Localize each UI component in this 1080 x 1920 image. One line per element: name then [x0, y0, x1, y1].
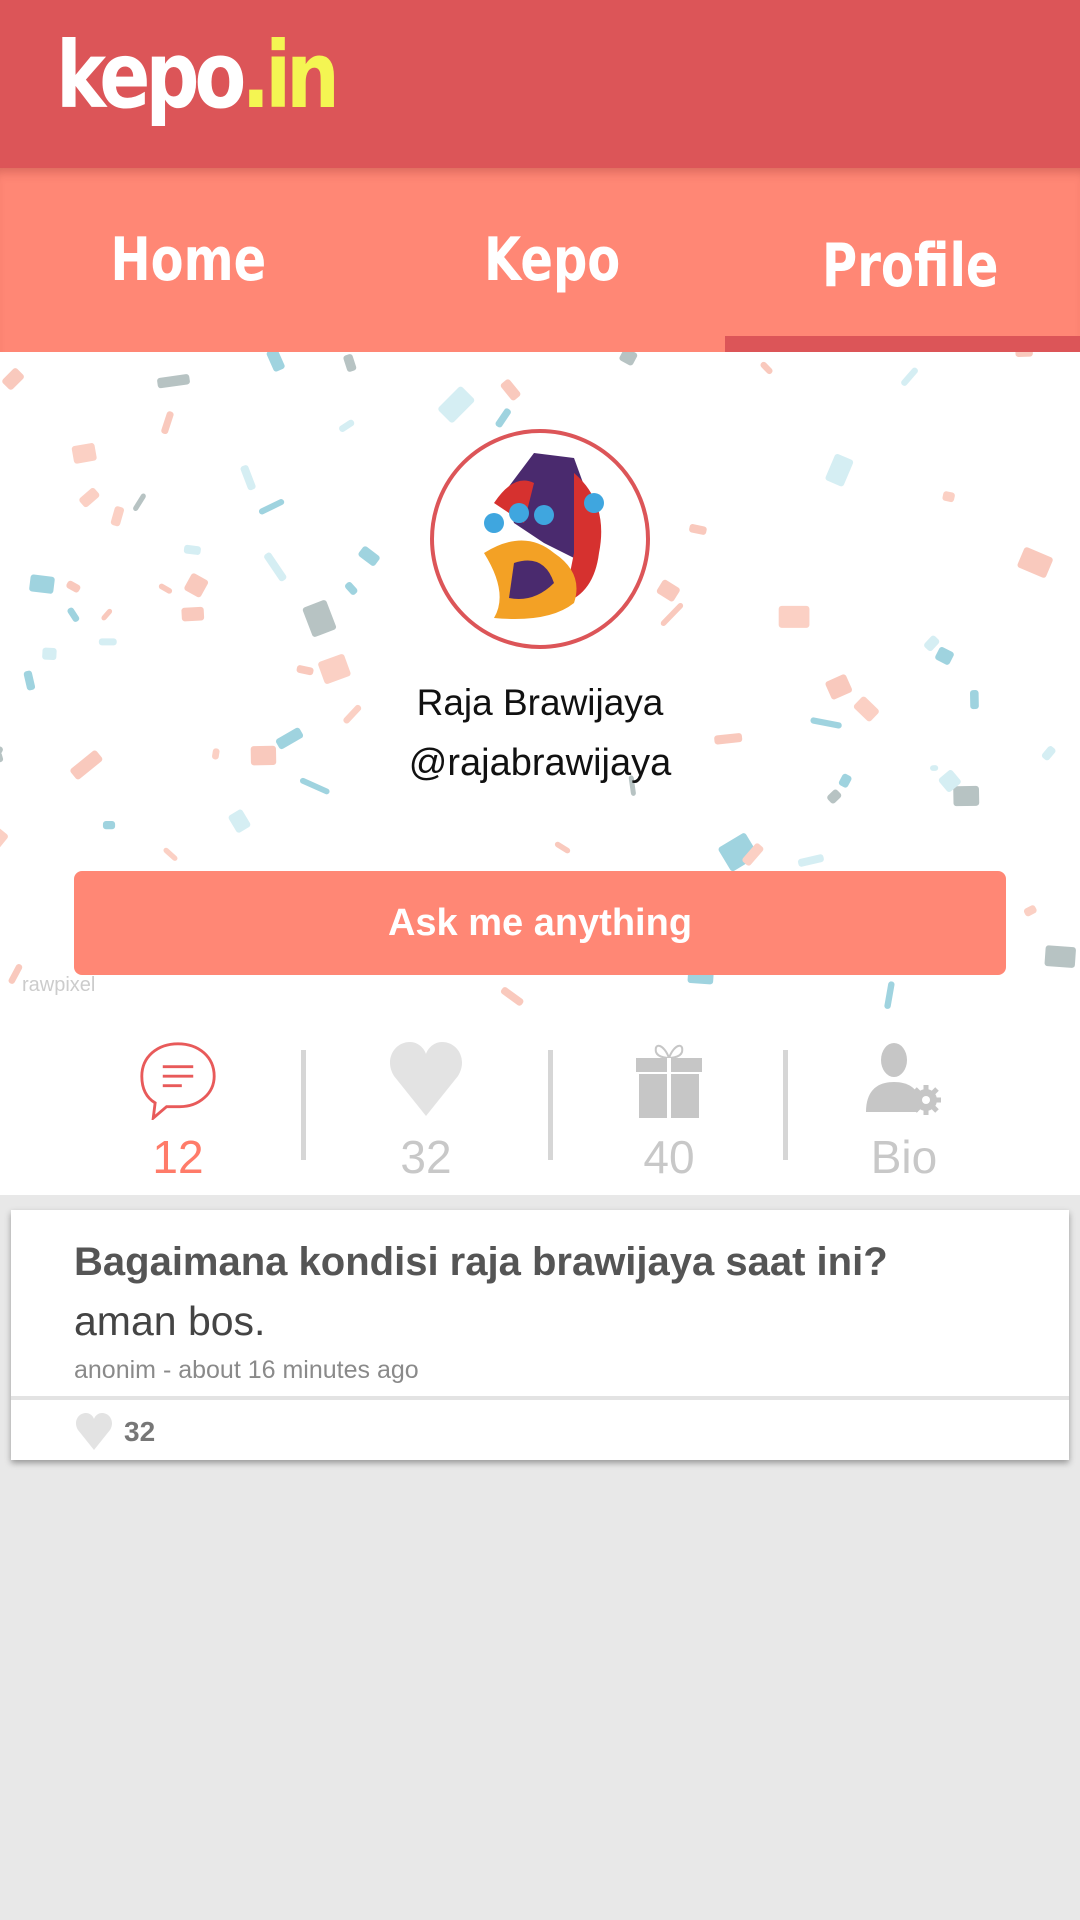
confetti-piece [8, 964, 23, 984]
card-divider [11, 1396, 1069, 1400]
app-logo[interactable]: kepo.in [56, 22, 340, 129]
confetti-piece [67, 607, 80, 622]
confetti-piece [157, 374, 190, 389]
brawijaya-logo-icon [484, 453, 604, 619]
post-card: Bagaimana kondisi raja brawijaya saat in… [11, 1210, 1069, 1460]
confetti-piece [942, 491, 955, 503]
stat-divider [301, 1050, 306, 1160]
confetti-piece [760, 361, 773, 375]
confetti-piece [102, 821, 116, 830]
post-meta: anonim - about 16 minutes ago [74, 1356, 419, 1384]
stat-divider [783, 1050, 788, 1160]
stat-bio[interactable]: Bio [804, 1040, 1004, 1184]
confetti-piece [554, 841, 571, 854]
confetti-piece [158, 583, 173, 594]
active-tab-indicator [725, 336, 1080, 352]
confetti-piece [101, 608, 113, 621]
confetti-piece [181, 606, 205, 622]
stat-likes[interactable]: 32 [326, 1040, 526, 1184]
logo-text: kepo [56, 22, 246, 129]
stat-value: 40 [643, 1131, 695, 1183]
confetti-piece [163, 847, 178, 861]
stat-gifts[interactable]: 40 [569, 1040, 769, 1184]
tab-bar: Home Kepo Profile [0, 168, 1080, 352]
confetti-piece [184, 573, 209, 598]
confetti-piece [29, 574, 55, 594]
confetti-piece [500, 987, 524, 1006]
ask-me-anything-button[interactable]: Ask me anything [74, 871, 1006, 975]
confetti-piece [953, 785, 980, 807]
confetti-piece [495, 408, 511, 428]
confetti-piece [827, 789, 842, 804]
stat-value: 12 [152, 1131, 204, 1183]
confetti-piece [258, 499, 285, 515]
like-button[interactable]: 32 [74, 1412, 155, 1452]
confetti-piece [339, 419, 355, 432]
watermark: rawpixel [22, 974, 96, 996]
gift-icon [636, 1044, 702, 1118]
confetti-piece [71, 443, 97, 464]
tab-label: Home [110, 225, 266, 295]
confetti-piece [161, 411, 174, 435]
stat-divider [548, 1050, 553, 1160]
like-count: 32 [124, 1416, 156, 1447]
confetti-piece [825, 454, 854, 487]
confetti-piece [797, 854, 824, 867]
confetti-piece [924, 635, 940, 652]
confetti-piece [0, 827, 8, 851]
confetti-piece [656, 579, 680, 602]
confetti-piece [1044, 945, 1076, 968]
confetti-piece [358, 546, 380, 566]
confetti-piece [778, 605, 810, 628]
tab-home[interactable]: Home [8, 168, 368, 352]
confetti-piece [935, 647, 954, 665]
confetti-piece [266, 352, 285, 372]
confetti-piece [66, 580, 81, 593]
confetti-piece [302, 600, 337, 637]
profile-name: Raja Brawijaya [416, 682, 664, 723]
confetti-piece [1023, 905, 1037, 917]
tab-profile[interactable]: Profile [730, 168, 1080, 352]
tab-kepo[interactable]: Kepo [372, 168, 732, 352]
avatar[interactable] [430, 429, 650, 649]
heart-icon [389, 1042, 463, 1116]
profile-header: Raja Brawijaya @rajabrawijaya Ask me any… [0, 352, 1080, 1195]
confetti-piece [79, 487, 100, 508]
confetti-piece [42, 647, 57, 661]
confetti-piece [689, 524, 707, 535]
confetti-piece [1017, 547, 1053, 578]
confetti-piece [901, 367, 918, 386]
confetti-piece [240, 465, 256, 491]
logo-tld: .in [241, 22, 339, 129]
speech-bubble-icon [140, 1042, 216, 1120]
confetti-piece [228, 809, 251, 833]
confetti-piece [884, 981, 895, 1009]
confetti-piece [660, 603, 684, 626]
confetti-piece [110, 506, 125, 527]
tab-label: Profile [821, 231, 999, 301]
confetti-piece [98, 638, 117, 646]
heart-icon [75, 1413, 113, 1450]
confetti-piece [133, 493, 146, 511]
confetti-piece [500, 379, 521, 401]
profile-handle: @rajabrawijaya [408, 742, 672, 784]
confetti-piece [296, 665, 314, 676]
confetti-piece [343, 354, 357, 372]
confetti-piece [264, 552, 287, 582]
confetti-piece [345, 582, 358, 595]
stat-questions[interactable]: 12 [78, 1040, 278, 1184]
post-question: Bagaimana kondisi raja brawijaya saat in… [74, 1240, 888, 1284]
confetti-piece [619, 352, 638, 366]
confetti-piece [1015, 352, 1033, 357]
stat-value: Bio [870, 1131, 938, 1183]
confetti-piece [318, 654, 351, 684]
app-header: kepo.in [0, 0, 1080, 168]
confetti-piece [183, 544, 201, 555]
tab-label: Kepo [483, 225, 621, 295]
stat-value: 32 [400, 1131, 452, 1183]
confetti-piece [438, 386, 475, 423]
user-settings-icon [866, 1043, 941, 1115]
post-answer: aman bos. [74, 1298, 266, 1344]
confetti-piece [2, 368, 24, 390]
